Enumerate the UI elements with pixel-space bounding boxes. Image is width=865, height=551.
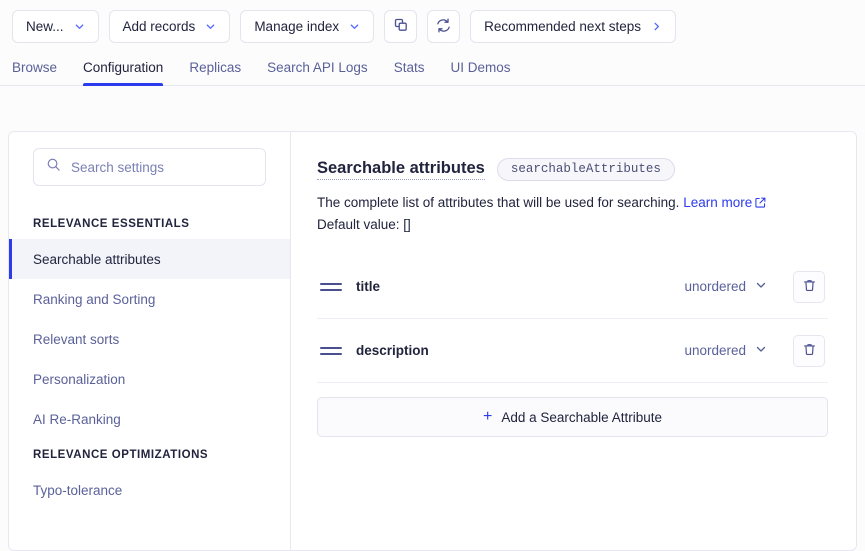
sidebar-item-label: Searchable attributes <box>33 251 161 267</box>
setting-default-value: Default value: [] <box>317 216 411 232</box>
chevron-down-icon <box>74 21 85 32</box>
search-icon <box>46 157 61 177</box>
copy-index-button[interactable] <box>384 10 418 43</box>
tab-ui-demos[interactable]: UI Demos <box>437 60 523 85</box>
drag-handle-icon[interactable] <box>320 282 342 291</box>
manage-index-button-label: Manage index <box>254 18 340 34</box>
attribute-ordering-dropdown[interactable]: unordered <box>684 343 767 358</box>
sidebar-item-ai-re-ranking[interactable]: AI Re-Ranking <box>9 399 290 439</box>
external-link-icon <box>755 196 766 211</box>
sidebar-item-personalization[interactable]: Personalization <box>9 359 290 399</box>
chevron-down-icon <box>349 21 360 32</box>
delete-attribute-button[interactable] <box>793 334 825 367</box>
chevron-down-icon <box>755 279 767 294</box>
learn-more-label: Learn more <box>683 195 753 210</box>
plus-icon: + <box>483 408 493 426</box>
search-settings-field[interactable] <box>33 148 266 186</box>
setting-description: The complete list of attributes that wil… <box>317 193 828 215</box>
tab-bar: Browse Configuration Replicas Search API… <box>0 52 865 86</box>
top-toolbar: New... Add records Manage index Recommen… <box>0 0 865 52</box>
tab-configuration[interactable]: Configuration <box>70 60 176 86</box>
attribute-name: title <box>356 279 381 295</box>
manage-index-button[interactable]: Manage index <box>240 10 375 43</box>
tab-replicas[interactable]: Replicas <box>176 60 254 85</box>
setting-key-badge: searchableAttributes <box>496 158 675 181</box>
sidebar-item-label: Relevant sorts <box>33 331 120 347</box>
recommended-next-steps-button[interactable]: Recommended next steps <box>470 10 676 43</box>
attribute-ordering-value: unordered <box>684 343 746 359</box>
copy-index-icon <box>393 17 409 36</box>
sidebar-item-searchable-attributes[interactable]: Searchable attributes <box>9 239 290 279</box>
settings-sidebar: RELEVANCE ESSENTIALS Searchable attribut… <box>9 132 291 550</box>
setting-title-row: Searchable attributes searchableAttribut… <box>317 158 828 181</box>
sidebar-item-typo-tolerance[interactable]: Typo-tolerance <box>9 470 290 510</box>
refresh-icon <box>435 17 452 37</box>
chevron-down-icon <box>205 21 216 32</box>
tab-browse[interactable]: Browse <box>12 60 70 85</box>
sidebar-item-label: Ranking and Sorting <box>33 291 156 307</box>
attribute-row: description unordered <box>317 319 828 384</box>
setting-description-text: The complete list of attributes that wil… <box>317 195 680 210</box>
page-title: Searchable attributes <box>317 159 485 180</box>
search-settings-input[interactable] <box>71 159 253 175</box>
attribute-name: description <box>356 343 429 359</box>
tab-stats[interactable]: Stats <box>381 60 438 85</box>
drag-handle-icon[interactable] <box>320 346 342 355</box>
configuration-panel: RELEVANCE ESSENTIALS Searchable attribut… <box>8 131 857 551</box>
sidebar-item-label: AI Re-Ranking <box>33 411 121 427</box>
sidebar-heading-relevance-essentials: RELEVANCE ESSENTIALS <box>33 218 190 230</box>
setting-detail: Searchable attributes searchableAttribut… <box>291 132 856 550</box>
trash-icon <box>802 278 817 296</box>
new-button[interactable]: New... <box>12 10 99 43</box>
sidebar-item-label: Typo-tolerance <box>33 482 123 498</box>
learn-more-link[interactable]: Learn more <box>683 195 766 210</box>
new-button-label: New... <box>26 18 64 34</box>
tab-search-api-logs[interactable]: Search API Logs <box>254 60 381 85</box>
chevron-down-icon <box>755 343 767 358</box>
sidebar-item-ranking-and-sorting[interactable]: Ranking and Sorting <box>9 279 290 319</box>
searchable-attributes-list: title unordered description unordered + … <box>317 255 828 438</box>
attribute-ordering-value: unordered <box>684 279 746 295</box>
delete-attribute-button[interactable] <box>793 270 825 303</box>
attribute-row: title unordered <box>317 255 828 320</box>
sidebar-heading-relevance-optimizations: RELEVANCE OPTIMIZATIONS <box>33 449 209 461</box>
chevron-right-icon <box>651 20 662 34</box>
add-records-button[interactable]: Add records <box>108 10 231 43</box>
add-records-button-label: Add records <box>122 18 196 34</box>
sidebar-item-relevant-sorts[interactable]: Relevant sorts <box>9 319 290 359</box>
refresh-button[interactable] <box>427 10 461 43</box>
add-searchable-attribute-label: Add a Searchable Attribute <box>501 409 662 425</box>
recommended-next-steps-label: Recommended next steps <box>484 18 641 34</box>
trash-icon <box>802 342 817 360</box>
add-searchable-attribute-button[interactable]: + Add a Searchable Attribute <box>317 397 828 438</box>
attribute-ordering-dropdown[interactable]: unordered <box>684 279 767 294</box>
sidebar-item-label: Personalization <box>33 371 126 387</box>
